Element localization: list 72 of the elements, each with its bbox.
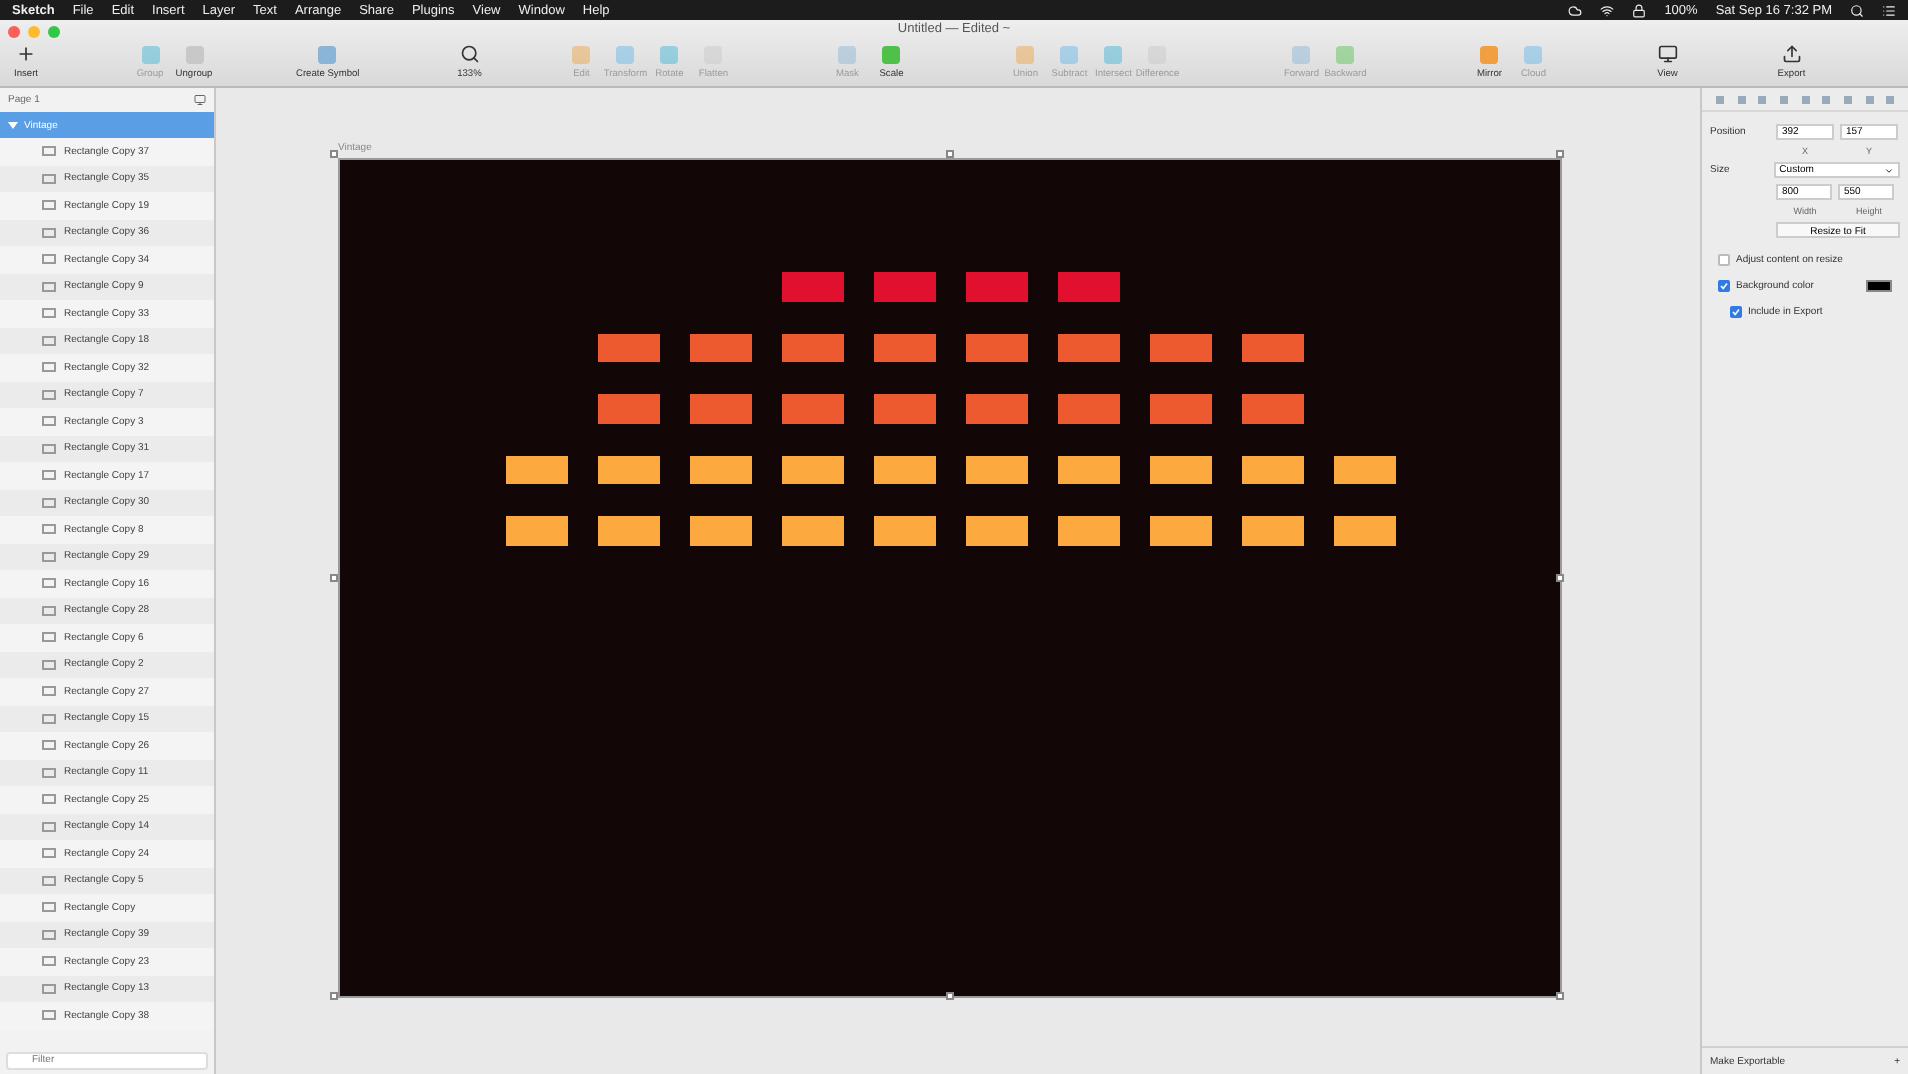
rectangle-icon bbox=[42, 308, 56, 319]
rectangle-icon bbox=[42, 902, 56, 913]
tile-icon bbox=[318, 46, 337, 64]
tile-icon bbox=[1104, 46, 1123, 64]
tile-icon bbox=[1336, 46, 1355, 64]
checkbox[interactable] bbox=[1730, 306, 1742, 318]
rectangle-icon bbox=[42, 632, 56, 643]
resize-handle[interactable] bbox=[330, 992, 338, 1000]
rectangle-icon bbox=[42, 146, 56, 157]
rectangle-icon bbox=[42, 254, 56, 265]
rectangle-icon bbox=[42, 470, 56, 481]
rectangle-icon bbox=[42, 686, 56, 697]
rectangle-icon bbox=[42, 443, 56, 454]
rectangle-icon bbox=[42, 281, 56, 292]
tile-icon bbox=[1480, 46, 1499, 64]
checkbox[interactable] bbox=[1718, 254, 1730, 266]
tile-icon bbox=[1524, 46, 1543, 64]
rectangle-icon bbox=[42, 848, 56, 859]
panel-icon[interactable] bbox=[194, 94, 206, 106]
rectangle-icon bbox=[42, 416, 56, 427]
rectangle-icon bbox=[42, 875, 56, 886]
resize-handle[interactable] bbox=[1556, 574, 1564, 582]
rectangle-icon bbox=[42, 551, 56, 562]
triangle-down-icon[interactable] bbox=[8, 120, 18, 130]
rectangle-icon bbox=[42, 713, 56, 724]
rectangle-icon bbox=[42, 200, 56, 211]
rectangle-icon bbox=[42, 767, 56, 778]
resize-handle[interactable] bbox=[946, 150, 954, 158]
rectangle-icon bbox=[42, 956, 56, 967]
tile-icon bbox=[572, 46, 591, 64]
rectangle-icon bbox=[42, 335, 56, 346]
plus-icon bbox=[16, 44, 36, 64]
upload-icon bbox=[1781, 44, 1802, 64]
search-icon[interactable] bbox=[1850, 3, 1864, 17]
tile-icon bbox=[1292, 46, 1311, 64]
color-swatch[interactable] bbox=[1866, 280, 1892, 292]
rectangle-icon bbox=[42, 362, 56, 373]
rectangle-icon bbox=[42, 821, 56, 832]
tile-icon bbox=[616, 46, 635, 64]
rectangle-icon bbox=[42, 1010, 56, 1021]
tile-icon bbox=[660, 46, 679, 64]
chevron-icon bbox=[1884, 165, 1894, 175]
rectangle-icon bbox=[42, 524, 56, 535]
rectangle-icon bbox=[42, 605, 56, 616]
rectangle-icon bbox=[42, 740, 56, 751]
rectangle-icon bbox=[42, 929, 56, 940]
tile-icon bbox=[1060, 46, 1079, 64]
rectangle-icon bbox=[42, 173, 56, 184]
rectangle-icon bbox=[42, 983, 56, 994]
window-icon bbox=[1657, 44, 1678, 64]
resize-handle[interactable] bbox=[946, 992, 954, 1000]
rectangle-icon bbox=[42, 227, 56, 238]
tile-icon bbox=[838, 46, 857, 64]
resize-handle[interactable] bbox=[330, 150, 338, 158]
zoom-icon bbox=[459, 44, 480, 64]
rectangle-icon bbox=[42, 578, 56, 589]
resize-handle[interactable] bbox=[1556, 150, 1564, 158]
tile-icon bbox=[882, 46, 901, 64]
list-icon[interactable] bbox=[1882, 3, 1896, 17]
rectangle-icon bbox=[42, 794, 56, 805]
resize-handle[interactable] bbox=[330, 574, 338, 582]
tile-icon bbox=[141, 46, 159, 64]
lock-icon bbox=[1632, 3, 1647, 17]
tile-icon bbox=[185, 46, 203, 64]
rectangle-icon bbox=[42, 389, 56, 400]
resize-handle[interactable] bbox=[1556, 992, 1564, 1000]
checkbox[interactable] bbox=[1718, 280, 1730, 292]
rectangle-icon bbox=[42, 497, 56, 508]
tile-icon bbox=[1016, 46, 1035, 64]
rectangle-icon bbox=[42, 659, 56, 670]
cloud-icon bbox=[1568, 3, 1583, 17]
wifi-icon bbox=[1600, 3, 1615, 17]
